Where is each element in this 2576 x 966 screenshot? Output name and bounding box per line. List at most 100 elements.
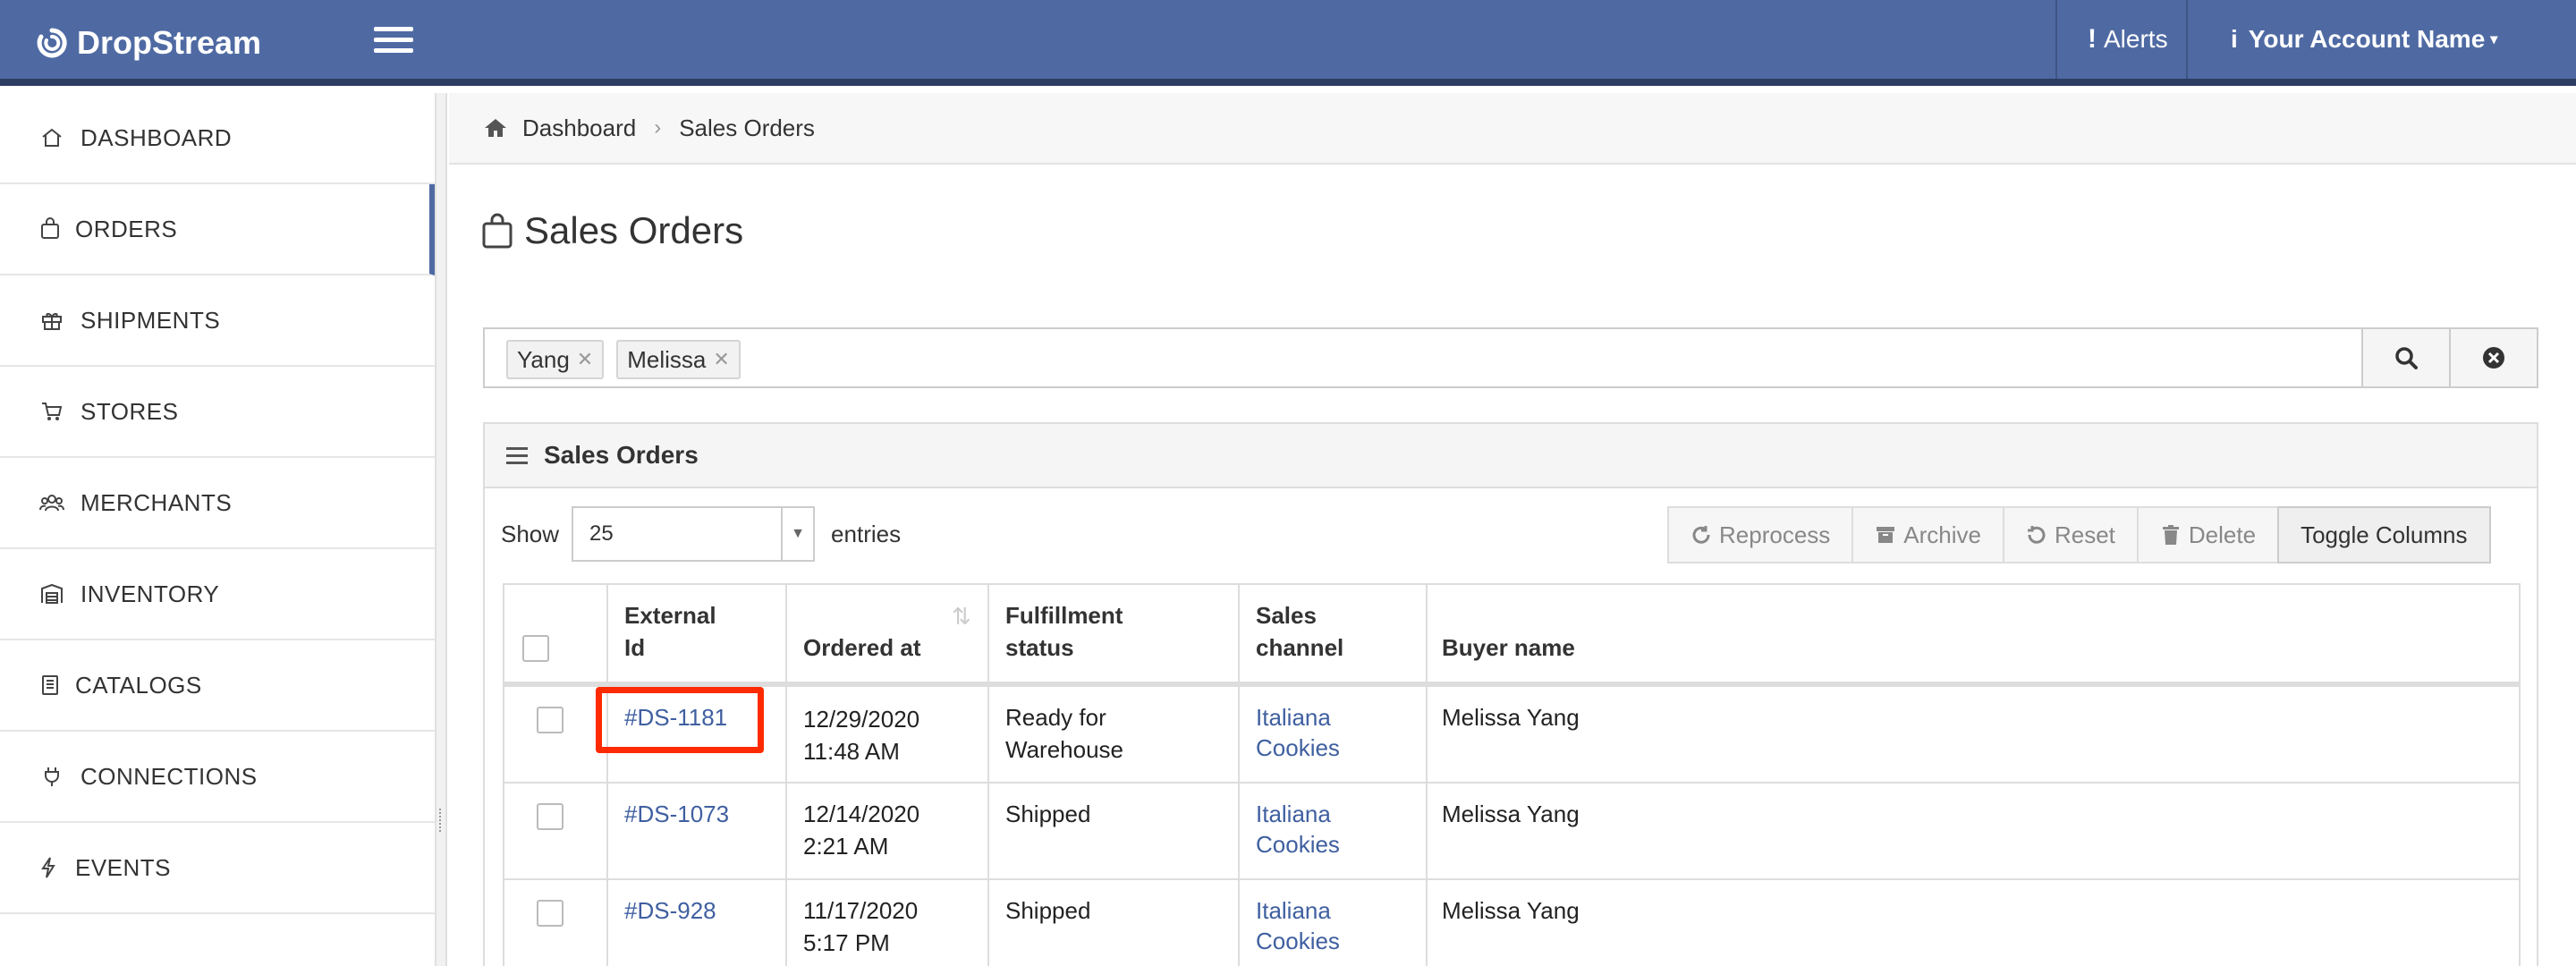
brand-name: DropStream [77, 24, 262, 61]
delete-button[interactable]: Delete [2136, 506, 2280, 564]
sort-icon[interactable]: ⇅ [952, 603, 971, 631]
entries-label: entries [831, 520, 902, 547]
search-button[interactable] [2361, 327, 2451, 388]
users-icon [34, 490, 70, 515]
top-navbar: DropStream ! Alerts i Your Account Name … [0, 0, 2576, 86]
navbar-divider [2186, 0, 2188, 79]
search-icon [2395, 347, 2418, 369]
brand-logo[interactable]: DropStream [36, 23, 261, 63]
sales-channel-link[interactable]: Italiana Cookies [1256, 701, 1340, 764]
sales-channel-link[interactable]: Italiana Cookies [1256, 798, 1340, 860]
archive-button[interactable]: Archive [1852, 506, 2004, 564]
home-icon [34, 125, 70, 150]
buyer-name-cell: Melissa Yang [1442, 704, 1580, 731]
caret-down-icon: ▼ [781, 508, 813, 560]
page-length-control: Show 25 ▼ entries [501, 506, 901, 562]
archive-icon [1877, 527, 1895, 543]
user-info-icon: i [2231, 25, 2238, 53]
fulfillment-status-cell: Shipped [1005, 801, 1091, 827]
sidebar-item-label: MERCHANTS [80, 488, 233, 516]
undo-icon [2027, 526, 2046, 544]
header-external-id[interactable]: External Id [624, 599, 716, 664]
sidebar-item-events[interactable]: EVENTS [0, 823, 435, 914]
sidebar-item-shipments[interactable]: SHIPMENTS [0, 275, 435, 367]
sidebar-item-label: INVENTORY [80, 580, 220, 607]
panel-title: Sales Orders [544, 441, 699, 469]
reset-button[interactable]: Reset [2002, 506, 2139, 564]
column-divider [987, 585, 989, 966]
close-circle-icon [2483, 347, 2504, 369]
column-divider [1238, 585, 1240, 966]
header-sales-channel[interactable]: Sales channel [1256, 599, 1343, 664]
sidebar-item-label: CONNECTIONS [80, 762, 258, 790]
bolt-icon [30, 855, 66, 880]
entries-value: 25 [589, 521, 614, 546]
table-action-buttons: Reprocess Archive Reset Delete Toggle Co… [1667, 506, 2491, 564]
archive-label: Archive [1903, 521, 1981, 548]
cart-icon [34, 399, 70, 424]
chevron-right-icon: › [654, 115, 662, 140]
ordered-at-cell: 11/17/2020 5:17 PM [803, 897, 919, 956]
trash-icon [2162, 525, 2179, 545]
reprocess-label: Reprocess [1719, 521, 1831, 548]
sidebar-item-connections[interactable]: CONNECTIONS [0, 732, 435, 823]
breadcrumb-current: Sales Orders [679, 114, 815, 141]
menu-toggle-icon[interactable] [374, 27, 413, 59]
order-id-link[interactable]: #DS-1181 [624, 701, 727, 733]
select-all-checkbox[interactable] [522, 635, 549, 662]
warehouse-icon [34, 581, 70, 606]
refresh-icon [1692, 526, 1710, 544]
toggle-columns-button[interactable]: Toggle Columns [2277, 506, 2491, 564]
header-fulfillment-status[interactable]: Fulfillment status [1005, 599, 1123, 664]
row-checkbox[interactable] [537, 900, 564, 927]
sidebar-item-label: EVENTS [75, 853, 172, 881]
delete-label: Delete [2188, 521, 2257, 548]
row-divider [504, 782, 2519, 784]
row-checkbox[interactable] [537, 803, 564, 830]
page-title: Sales Orders [481, 204, 743, 258]
orders-table: External Id Ordered at ⇅ Fulfillment statu… [503, 583, 2521, 966]
sidebar-item-catalogs[interactable]: CATALOGS [0, 640, 435, 732]
header-ordered-at[interactable]: Ordered at [803, 631, 921, 664]
buyer-name-cell: Melissa Yang [1442, 897, 1580, 924]
breadcrumb-dashboard-link[interactable]: Dashboard [522, 114, 636, 142]
clear-search-button[interactable] [2449, 327, 2538, 388]
search-input[interactable]: Yang ✕ Melissa ✕ [483, 327, 2538, 388]
alerts-button[interactable]: ! Alerts [2088, 0, 2168, 79]
ordered-at-cell: 12/29/2020 11:48 AM [803, 706, 920, 765]
sidebar-item-label: CATALOGS [75, 671, 202, 699]
remove-tag-icon[interactable]: ✕ [713, 348, 729, 371]
show-label: Show [501, 520, 560, 547]
page-title-text: Sales Orders [524, 209, 744, 251]
remove-tag-icon[interactable]: ✕ [577, 348, 593, 371]
search-tag[interactable]: Yang ✕ [506, 340, 605, 379]
column-divider [1426, 585, 1428, 966]
search-tag[interactable]: Melissa ✕ [616, 340, 741, 379]
sidebar-item-label: STORES [80, 397, 179, 425]
fulfillment-status-cell: Ready for Warehouse [1005, 704, 1123, 763]
home-icon [485, 119, 506, 137]
plug-icon [34, 764, 70, 789]
header-buyer-name[interactable]: Buyer name [1442, 631, 1575, 664]
row-checkbox[interactable] [537, 707, 564, 733]
shopping-bag-icon [482, 213, 513, 249]
buyer-name-cell: Melissa Yang [1442, 801, 1580, 827]
caret-down-icon: ▾ [2490, 32, 2498, 47]
order-id-link[interactable]: #DS-928 [624, 894, 716, 927]
list-icon [506, 443, 528, 469]
order-id-link[interactable]: #DS-1073 [624, 798, 729, 830]
account-menu-button[interactable]: i Your Account Name ▾ [2231, 0, 2497, 79]
search-tag-label: Melissa [627, 345, 707, 373]
gift-box-icon [34, 308, 70, 333]
toggle-columns-label: Toggle Columns [2301, 521, 2468, 548]
sidebar-item-merchants[interactable]: MERCHANTS [0, 458, 435, 549]
reprocess-button[interactable]: Reprocess [1667, 506, 1854, 564]
sidebar-item-orders[interactable]: ORDERS [0, 184, 435, 275]
entries-select[interactable]: 25 ▼ [572, 506, 816, 562]
sidebar-item-inventory[interactable]: INVENTORY [0, 549, 435, 640]
sidebar-item-stores[interactable]: STORES [0, 367, 435, 458]
sidebar-resize-handle[interactable] [435, 93, 447, 966]
sidebar-item-dashboard[interactable]: DASHBOARD [0, 93, 435, 184]
row-divider [504, 878, 2519, 880]
sales-channel-link[interactable]: Italiana Cookies [1256, 894, 1340, 957]
